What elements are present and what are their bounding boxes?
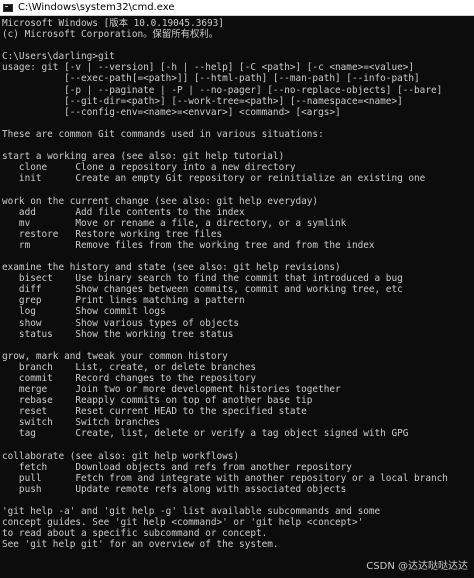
- console-line: C:\Users\darling>git: [2, 51, 115, 63]
- console-line: merge Join two or more development histo…: [2, 384, 341, 396]
- console-line: to read about a specific subcommand or c…: [2, 528, 268, 540]
- console-line: tag Create, list, delete or verify a tag…: [2, 428, 409, 440]
- console-line: init Create an empty Git repository or r…: [2, 173, 426, 185]
- console-line: work on the current change (see also: gi…: [2, 195, 319, 207]
- console-line: start a working area (see also: git help…: [2, 151, 285, 163]
- console-line: status Show the working tree status: [2, 328, 234, 340]
- console-line: bisect Use binary search to find the com…: [2, 273, 403, 285]
- console-line: See 'git help git' for an overview of th…: [2, 539, 279, 551]
- console-line: reset Reset current HEAD to the specifie…: [2, 406, 307, 418]
- console-line: diff Show changes between commits, commi…: [2, 284, 403, 296]
- console-line: clone Clone a repository into a new dire…: [2, 162, 296, 174]
- console-output[interactable]: Microsoft Windows [版本 10.0.19045.3693] (c…: [2, 18, 474, 578]
- console-line: Microsoft Windows [版本 10.0.19045.3693]: [2, 18, 224, 29]
- cmd-icon: [3, 3, 13, 12]
- console-line: [-p | --paginate | -P | --no-pager] [--n…: [2, 84, 443, 96]
- console-line: branch List, create, or delete branches: [2, 361, 256, 373]
- console-line: restore Restore working tree files: [2, 228, 223, 240]
- console-line: pull Fetch from and integrate with anoth…: [2, 472, 448, 484]
- console-line: log Show commit logs: [2, 306, 166, 318]
- console-line: examine the history and state (see also:…: [2, 262, 341, 274]
- console-line: show Show various types of objects: [2, 317, 240, 329]
- console-line: [--exec-path[=<path>]] [--html-path] [--…: [2, 73, 420, 85]
- console-line: These are common Git commands used in va…: [2, 128, 324, 140]
- watermark-text: CSDN @达达哒哒达达: [366, 561, 468, 572]
- console-line: fetch Download objects and refs from ano…: [2, 461, 352, 473]
- console-line: rm Remove files from the working tree an…: [2, 239, 375, 251]
- console-line: rebase Reapply commits on top of another…: [2, 395, 313, 407]
- console-line: switch Switch branches: [2, 417, 161, 429]
- console-line: grow, mark and tweak your common history: [2, 350, 228, 362]
- console-line: concept guides. See 'git help <command>'…: [2, 517, 364, 529]
- console-line: [--git-dir=<path>] [--work-tree=<path>] …: [2, 95, 403, 107]
- console-line: usage: git [-v | --version] [-h | --help…: [2, 62, 415, 74]
- console-line: collaborate (see also: git help workflow…: [2, 450, 240, 462]
- console-line: grep Print lines matching a pattern: [2, 295, 245, 307]
- window-title: C:\Windows\system32\cmd.exe: [18, 1, 175, 13]
- console-line: [--config-env=<name>=<envvar>] <command>…: [2, 106, 341, 118]
- console-line: 'git help -a' and 'git help -g' list ava…: [2, 506, 381, 518]
- console-line: mv Move or rename a file, a directory, o…: [2, 217, 347, 229]
- window-title-bar[interactable]: C:\Windows\system32\cmd.exe: [0, 0, 474, 16]
- console-line: push Update remote refs along with assoc…: [2, 483, 347, 495]
- console-line: (c) Microsoft Corporation。保留所有权利。: [2, 29, 219, 41]
- console-line: commit Record changes to the repository: [2, 373, 256, 384]
- console-line: add Add file contents to the index: [2, 206, 245, 218]
